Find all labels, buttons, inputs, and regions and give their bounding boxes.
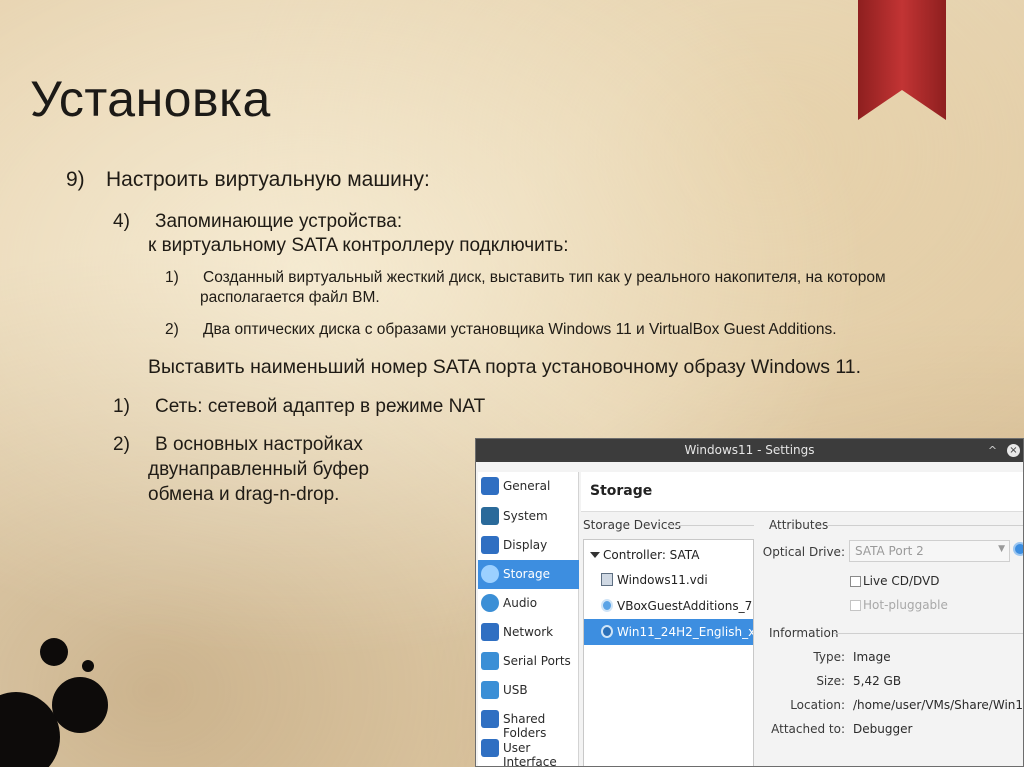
slide-title: Установка [30,71,271,127]
general-icon [481,477,499,495]
tree-item-win11-iso[interactable]: Win11_24H2_English_x64... [584,619,753,645]
hot-pluggable-label: Hot-pluggable [863,598,948,612]
sub-1-text-2: располагается файл ВМ. [200,289,380,306]
sidebar-item-label: User Interface [503,741,557,767]
clipboard-number: 2) [113,434,130,455]
sub-1-number: 1) [165,269,179,286]
divider [668,525,754,526]
info-attached-key: Attached to: [771,722,845,736]
sidebar-item-label: Audio [503,596,538,610]
sidebar-item-usb[interactable]: USB [478,676,579,705]
item-4-text: Запоминающие устройства: [155,211,403,232]
sidebar-item-display[interactable]: Display [478,531,579,560]
sidebar-item-label: Serial Ports [503,654,571,668]
settings-window: Windows11 - Settings ^ × General System … [475,438,1024,767]
sidebar-item-label: System [503,509,548,523]
serial-ports-icon [481,652,499,670]
info-type-value: Image [853,650,891,664]
info-size-value: 5,42 GB [853,674,902,688]
usb-icon [481,681,499,699]
ink-blot [52,677,108,733]
ink-blot [40,638,68,666]
sidebar-item-label: Display [503,538,548,552]
sidebar-item-serial-ports[interactable]: Serial Ports [478,647,579,676]
sidebar-item-system[interactable]: System [478,502,579,531]
clipboard-text-3: обмена и drag-n-drop. [148,484,340,505]
attributes-label: Attributes [769,518,829,532]
controller-icon [590,552,600,558]
chevron-down-icon: ▼ [998,544,1005,554]
bookmark-ribbon [858,0,946,120]
close-icon[interactable]: × [1007,444,1020,457]
info-type-key: Type: [813,650,845,664]
clipboard-text-2: двунаправленный буфер [148,459,370,480]
sidebar-item-shared-folders[interactable]: Shared Folders [478,705,579,740]
optical-drive-select[interactable]: SATA Port 2 ▼ [849,540,1010,562]
net-text: Сеть: сетевой адаптер в режиме NAT [155,396,486,417]
maximize-icon[interactable]: ^ [986,444,999,457]
sidebar-item-general[interactable]: General [478,472,579,501]
sub-2-text: Два оптических диска с образами установщ… [203,321,837,338]
choose-disk-icon[interactable] [1013,542,1023,556]
audio-icon [481,594,499,612]
sidebar-item-label: USB [503,683,528,697]
hot-pluggable-checkbox[interactable] [850,600,861,611]
info-attached-value: Debugger [853,722,913,736]
ink-blot [82,660,94,672]
optical-disc-icon [601,625,613,638]
sidebar-item-label: Network [503,625,554,639]
divider [833,633,1023,634]
information-label: Information [769,626,839,640]
info-location-key: Location: [790,698,845,712]
info-size-key: Size: [816,674,845,688]
optical-drive-label: Optical Drive: [762,545,845,559]
item-9-text: Настроить виртуальную машину: [106,168,430,191]
display-icon [481,536,499,554]
settings-sidebar: General System Display Storage Audio Net… [478,472,579,766]
shared-folders-icon [481,710,499,728]
net-number: 1) [113,396,130,417]
hard-disk-icon [601,573,613,586]
sub-2-number: 2) [165,321,179,338]
storage-devices-label: Storage Devices [583,518,682,532]
tree-item-controller[interactable]: Controller: SATA [584,542,753,568]
storage-icon [481,565,499,583]
system-icon [481,507,499,525]
user-interface-icon [481,739,499,757]
sidebar-item-user-interface[interactable]: User Interface [478,734,579,766]
info-location-value: /home/user/VMs/Share/Win11_24... [853,698,1024,712]
tree-item-label: Windows11.vdi [617,573,708,587]
sidebar-item-label: Storage [503,567,550,581]
item-4-number: 4) [113,211,130,232]
tree-item-label: Controller: SATA [603,548,700,562]
tree-item-label: VBoxGuestAdditions_7.0.1... [617,599,753,613]
tree-item-hard-disk[interactable]: Windows11.vdi [584,567,753,593]
panel-title: Storage [590,483,653,499]
divider [828,525,1023,526]
optical-disc-icon [601,599,613,612]
window-titlebar[interactable]: Windows11 - Settings ^ × [476,439,1023,462]
storage-tree: Controller: SATA Windows11.vdi VBoxGuest… [583,539,754,766]
live-cd-label: Live CD/DVD [863,574,940,588]
ink-blot [0,692,60,767]
sidebar-item-storage[interactable]: Storage [478,560,579,589]
tree-item-label: Win11_24H2_English_x64... [617,625,753,639]
network-icon [481,623,499,641]
sub-1-text: Созданный виртуальный жесткий диск, выст… [203,269,886,286]
sidebar-item-label: General [503,479,551,493]
item-9-number: 9) [66,168,85,191]
item-4-text-2: к виртуальному SATA контроллеру подключи… [148,235,569,256]
window-title: Windows11 - Settings [684,443,815,457]
sidebar-item-audio[interactable]: Audio [478,589,579,618]
sidebar-item-network[interactable]: Network [478,618,579,647]
panel-header: Storage [581,472,1023,512]
live-cd-checkbox[interactable] [850,576,861,587]
tree-item-guest-additions[interactable]: VBoxGuestAdditions_7.0.1... [584,593,753,619]
clipboard-text: В основных настройках [155,434,363,455]
optical-drive-value: SATA Port 2 [855,544,924,558]
sata-port-note: Выставить наименьший номер SATA порта ус… [148,356,862,378]
